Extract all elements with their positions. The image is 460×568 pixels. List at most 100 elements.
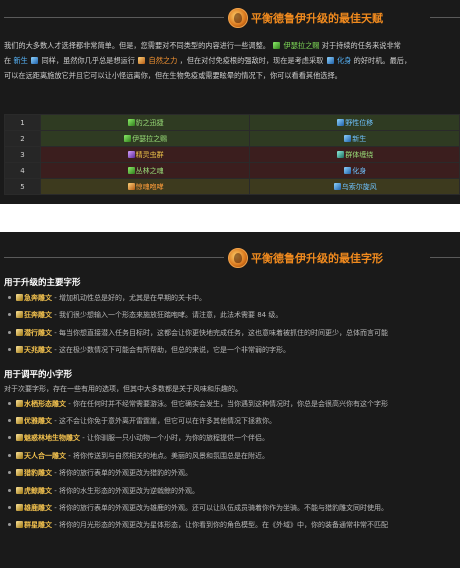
force-of-nature-link[interactable]: 自然之力 [149, 56, 178, 65]
renewal-icon [344, 134, 352, 142]
list-item: 雄鹿雕文 - 将你的旅行表单的外观更改为雄鹿的外观。还可以让队伍成员骑着你作为坐… [4, 500, 460, 517]
glyphs-title-wrap: 平衡德鲁伊升级的最佳字形 [228, 248, 383, 268]
talent-row: 1 豹之迅捷 野性位移 [4, 114, 460, 131]
ysera-gift-link[interactable]: 伊瑟拉之赐 [284, 41, 320, 50]
glyph-icon [16, 311, 23, 319]
glyph-link[interactable]: 猎豹雕文 [24, 469, 52, 477]
minor-glyphs-description: 对于次要字形，存在一些有用的选项，但其中大多数都是关于风味和乐趣的。 [4, 384, 242, 393]
glyph-link[interactable]: 水栖形态雕文 [24, 400, 66, 408]
glyph-icon [16, 346, 23, 354]
major-glyphs-heading: 用于升级的主要字形 [4, 278, 81, 288]
glyph-desc: - 将你传送到与自然相关的地点。美丽的风景和氛围总是在附近。 [66, 451, 269, 460]
ysera-gift-icon [273, 42, 281, 49]
glyph-link[interactable]: 虎鲸雕文 [24, 487, 52, 495]
intro-text: 的好时机。最后， [353, 56, 412, 65]
glyph-desc: - 这在极少数情况下可能会有所帮助，但总的来说，它是一个非常弱的字形。 [52, 346, 290, 355]
glyph-desc: - 你在任何时并不经常需要游泳。但它确实会发生，当你遇到这种情况时，你总是会很高… [66, 399, 388, 408]
balance-druid-emblem-icon [228, 248, 248, 268]
list-item: 群星雕文 - 将你的月光形态的外观更改为星体形态，让你看到你的角色模型。在《外域… [4, 517, 460, 534]
glyphs-banner: 平衡德鲁伊升级的最佳字形 [0, 240, 460, 276]
bullet-icon [8, 296, 11, 299]
talent-cell[interactable]: 丛林之魂 [39, 162, 251, 179]
intro-text: ，但在对付免疫根的强敌时，现在是考虑采取 [179, 56, 324, 65]
talent-cell[interactable]: 乌索尔旋风 [249, 178, 460, 195]
incarnation-icon [344, 166, 352, 174]
talent-tier-number: 5 [4, 178, 41, 195]
bullet-icon [8, 330, 11, 334]
glyph-icon [16, 434, 23, 442]
talent-cell[interactable]: 野性位移 [249, 114, 460, 131]
talent-name: 乌索尔旋风 [341, 182, 377, 191]
talent-tier-number: 2 [4, 130, 41, 147]
renewal-link[interactable]: 新生 [13, 56, 27, 65]
glyph-desc: - 将你的水生形态的外观更改为逆戟鲸的外观。 [52, 486, 199, 495]
glyph-link[interactable]: 天兆雕文 [24, 346, 52, 354]
glyph-link[interactable]: 狂奔雕文 [24, 311, 52, 319]
mass-entanglement-icon [337, 150, 345, 158]
talent-name: 新生 [352, 134, 367, 143]
intro-text: 我们的大多数人才选择都非常简单。但是，您需要对不同类型的内容进行一些调整。 [4, 41, 270, 50]
list-item: 急奔雕文 - 增加机动性总是好的，尤其是在早期的关卡中。 [4, 290, 460, 307]
talent-cell[interactable]: 化身 [249, 162, 460, 179]
glyph-link[interactable]: 雄鹿雕文 [24, 504, 52, 512]
force-of-nature-icon [138, 57, 146, 64]
talent-name: 伊瑟拉之赐 [132, 134, 168, 143]
bullet-icon [8, 348, 11, 352]
bullet-icon [8, 453, 11, 457]
soul-of-the-forest-icon [127, 166, 135, 174]
divider [4, 257, 224, 258]
talent-cell[interactable]: 精灵虫群 [39, 146, 251, 163]
glyph-link[interactable]: 群星雕文 [24, 521, 52, 529]
glyph-link[interactable]: 优雅雕文 [24, 417, 52, 425]
incarnation-icon [326, 57, 334, 64]
incarnation-link[interactable]: 化身 [337, 56, 351, 65]
glyph-desc: - 将你的旅行表单的外观更改为猎豹的外观。 [52, 469, 192, 478]
talent-name: 丛林之魂 [135, 166, 164, 175]
renewal-icon [31, 57, 39, 64]
talent-cell[interactable]: 新生 [249, 130, 460, 147]
glyph-icon [16, 451, 23, 459]
talents-panel: 平衡德鲁伊升级的最佳天赋 我们的大多数人才选择都非常简单。但是，您需要对不同类型… [0, 0, 460, 204]
intro-text: 同样，虽然你几乎总是想运行 [41, 56, 135, 65]
glyph-link[interactable]: 魅惑林地生物雕文 [24, 434, 80, 442]
ursols-vortex-icon [333, 182, 341, 190]
bullet-icon [8, 471, 11, 475]
glyph-desc: - 将你的旅行表单的外观更改为雄鹿的外观。还可以让队伍成员骑着你作为坐骑。不能与… [52, 503, 388, 512]
major-glyph-list: 急奔雕文 - 增加机动性总是好的，尤其是在早期的关卡中。 狂奔雕文 - 我们很少… [4, 290, 460, 360]
talents-title-wrap: 平衡德鲁伊升级的最佳天赋 [228, 8, 383, 28]
glyph-icon [16, 486, 23, 494]
glyph-desc: - 我们很少想输入一个形态来施放狂踏咆哮。请注意，此法术需要 84 级。 [52, 311, 283, 320]
talent-name: 野性位移 [345, 118, 374, 127]
bullet-icon [8, 436, 11, 440]
glyph-link[interactable]: 潜行雕文 [24, 329, 52, 337]
intro-line-3: 可以在远距离施放它并且它可以让小怪远离你，但在生物免疫或需要眩晕的情况下，你可以… [4, 71, 342, 80]
talent-cell[interactable]: 惊魂咆哮 [39, 178, 251, 195]
glyph-icon [16, 469, 23, 477]
glyph-icon [16, 503, 23, 511]
list-item: 潜行雕文 - 每当你想直接潜入任务目标时，这都会让你更快地完成任务，这也意味着被… [4, 325, 460, 342]
list-item: 水栖形态雕文 - 你在任何时并不经常需要游泳。但它确实会发生，当你遇到这种情况时… [4, 396, 460, 413]
bullet-icon [8, 523, 11, 527]
intro-line-2: 在 新生 同样，虽然你几乎总是想运行 自然之力 ，但在对付免疫根的强敌时，现在是… [4, 53, 460, 68]
talent-row: 4 丛林之魂 化身 [4, 162, 460, 179]
talent-tier-number: 4 [4, 162, 41, 179]
glyphs-title: 平衡德鲁伊升级的最佳字形 [251, 252, 383, 265]
talent-cell[interactable]: 豹之迅捷 [39, 114, 251, 131]
talents-title: 平衡德鲁伊升级的最佳天赋 [251, 12, 383, 25]
list-item: 虎鲸雕文 - 将你的水生形态的外观更改为逆戟鲸的外观。 [4, 483, 460, 500]
ysera-gift-icon [124, 134, 132, 142]
glyph-desc: - 将你的月光形态的外观更改为星体形态，让你看到你的角色模型。在《外域》中，你的… [52, 521, 388, 530]
glyph-desc: - 让你驯服一只小动物一个小时，为你的旅程提供一个伴侣。 [80, 434, 269, 443]
glyph-desc: - 这不会让你免于意外离开雷霆崖，但它可以在许多其他情况下拯救你。 [52, 416, 276, 425]
list-item: 优雅雕文 - 这不会让你免于意外离开雷霆崖，但它可以在许多其他情况下拯救你。 [4, 413, 460, 430]
disorienting-roar-icon [127, 182, 135, 190]
glyph-icon [16, 416, 23, 424]
bullet-icon [8, 313, 11, 317]
wild-charge-icon [337, 118, 345, 126]
glyph-link[interactable]: 急奔雕文 [24, 294, 52, 302]
talent-cell[interactable]: 群体缠绕 [249, 146, 460, 163]
glyph-link[interactable]: 天人合一雕文 [24, 452, 66, 460]
talent-name: 精灵虫群 [135, 150, 164, 159]
talent-cell[interactable]: 伊瑟拉之赐 [39, 130, 251, 147]
